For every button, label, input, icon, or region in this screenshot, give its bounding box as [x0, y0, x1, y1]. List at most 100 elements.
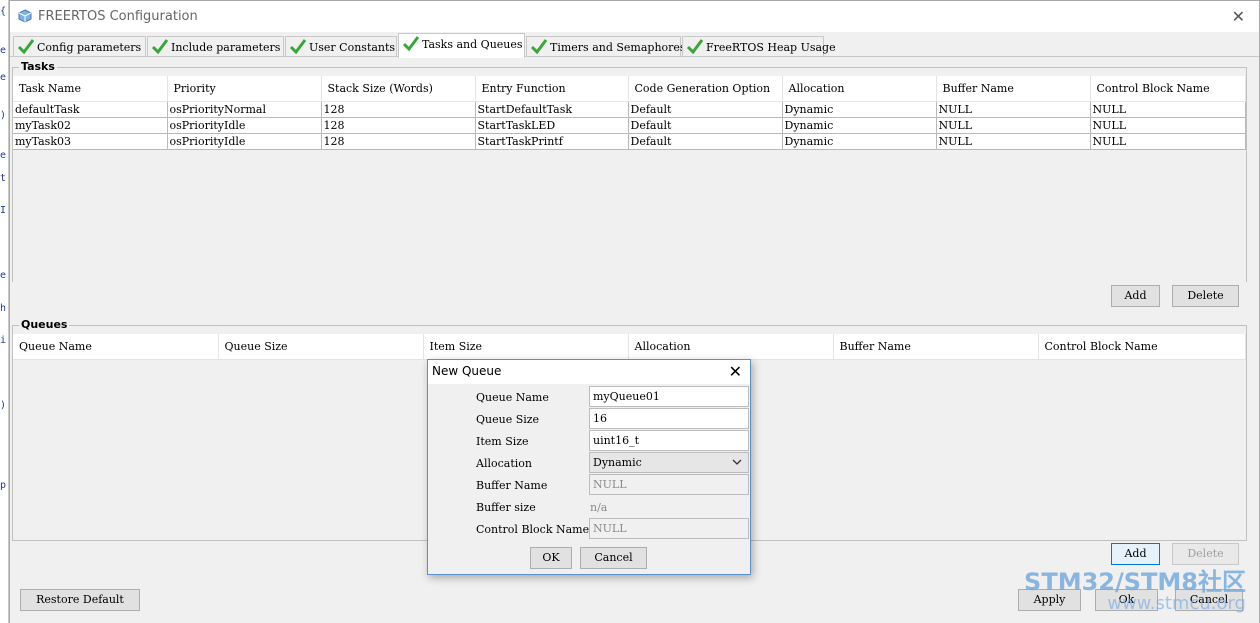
tasks-column-header[interactable]: Task Name — [13, 76, 168, 102]
queue-size-input[interactable]: 16 — [589, 408, 749, 429]
cancel-button[interactable]: Cancel — [1175, 589, 1243, 611]
table-cell[interactable]: Default — [628, 101, 783, 118]
queues-column-header[interactable]: Control Block Name — [1038, 334, 1246, 360]
dialog-close-icon[interactable]: ✕ — [729, 362, 742, 381]
new-queue-dialog: New Queue ✕ Queue Name myQueue01 Queue S… — [427, 359, 751, 575]
editor-glyph: ) — [0, 400, 7, 411]
apply-button[interactable]: Apply — [1018, 589, 1081, 611]
table-cell[interactable]: NULL — [1090, 133, 1246, 150]
table-cell[interactable]: NULL — [1090, 101, 1246, 118]
table-cell[interactable]: defaultTask — [13, 101, 168, 118]
tab-include-parameters[interactable]: Include parameters — [147, 36, 284, 57]
editor-glyph: h — [0, 303, 7, 314]
editor-glyph: p — [0, 480, 7, 491]
buffer-size-value: n/a — [590, 501, 608, 514]
check-icon — [151, 39, 169, 55]
tab-tasks-and-queues[interactable]: Tasks and Queues — [398, 33, 525, 58]
check-icon — [686, 39, 704, 55]
editor-glyph: e — [0, 270, 7, 281]
queues-column-header[interactable]: Item Size — [423, 334, 629, 360]
table-cell[interactable]: Default — [628, 133, 783, 150]
item-size-input[interactable]: uint16_t — [589, 430, 749, 451]
check-icon — [530, 39, 548, 55]
table-cell[interactable]: osPriorityIdle — [167, 133, 322, 150]
table-cell[interactable]: osPriorityIdle — [167, 117, 322, 134]
table-cell[interactable]: 128 — [321, 133, 476, 150]
tasks-column-header[interactable]: Buffer Name — [936, 76, 1091, 102]
tasks-group-label: Tasks — [19, 60, 57, 73]
title-bar: FREERTOS Configuration ✕ — [10, 1, 1259, 32]
control-block-input[interactable]: NULL — [589, 518, 749, 539]
table-cell[interactable]: StartTaskPrintf — [475, 133, 629, 150]
editor-glyph: { — [0, 6, 7, 17]
table-cell[interactable]: 128 — [321, 117, 476, 134]
table-cell[interactable]: Dynamic — [782, 101, 937, 118]
chevron-down-icon — [732, 459, 742, 465]
queues-table: Queue Name Queue Size Item Size Allocation B… — [13, 334, 1246, 360]
table-cell[interactable]: Dynamic — [782, 133, 937, 150]
editor-glyph: I — [0, 205, 7, 216]
tab-timers-and-semaphores[interactable]: Timers and Semaphores — [526, 36, 686, 57]
queues-column-header[interactable]: Allocation — [628, 334, 834, 360]
table-cell[interactable]: 128 — [321, 101, 476, 118]
check-icon — [402, 36, 420, 52]
tasks-table-area: Task Name Priority Stack Size (Words) Entry… — [13, 76, 1246, 282]
window-title: FREERTOS Configuration — [38, 9, 198, 24]
ok-button[interactable]: Ok — [1095, 589, 1158, 611]
table-cell[interactable]: NULL — [936, 133, 1091, 150]
editor-glyph: e — [0, 72, 7, 83]
table-cell[interactable]: StartTaskLED — [475, 117, 629, 134]
queue-name-input[interactable]: myQueue01 — [589, 386, 749, 407]
tasks-group: Tasks Task Name Priority Stack Size (Words… — [12, 60, 1247, 282]
tab-freertos-heap-usage[interactable]: FreeRTOS Heap Usage — [682, 36, 836, 57]
tab-config-parameters[interactable]: Config parameters — [13, 36, 146, 57]
queue-name-label: Queue Name — [476, 391, 549, 404]
table-cell[interactable]: NULL — [936, 117, 1091, 134]
table-row[interactable]: myTask02 osPriorityIdle 128 StartTaskLED Def… — [13, 117, 1246, 134]
tasks-column-header[interactable]: Entry Function — [475, 76, 629, 102]
table-cell[interactable]: StartDefaultTask — [475, 101, 629, 118]
tasks-column-header[interactable]: Control Block Name — [1090, 76, 1246, 102]
editor-glyph: t — [0, 173, 7, 184]
buffer-size-label: Buffer size — [476, 501, 536, 514]
queues-column-header[interactable]: Queue Name — [13, 334, 219, 360]
table-row[interactable]: defaultTask osPriorityNormal 128 StartDefau… — [13, 101, 1246, 118]
table-cell[interactable]: osPriorityNormal — [167, 101, 322, 118]
dialog-ok-button[interactable]: OK — [530, 547, 572, 569]
tasks-column-header[interactable]: Allocation — [782, 76, 937, 102]
table-cell[interactable]: NULL — [1090, 117, 1246, 134]
queues-column-header[interactable]: Buffer Name — [833, 334, 1039, 360]
restore-default-button[interactable]: Restore Default — [20, 589, 140, 611]
buffer-name-input[interactable]: NULL — [589, 474, 749, 495]
dialog-title: New Queue — [432, 364, 502, 378]
allocation-select[interactable]: Dynamic — [589, 452, 749, 473]
tab-user-constants[interactable]: User Constants — [285, 36, 397, 57]
table-cell[interactable]: Dynamic — [782, 117, 937, 134]
table-cell[interactable]: Default — [628, 117, 783, 134]
tasks-column-header[interactable]: Priority — [167, 76, 322, 102]
tasks-column-header[interactable]: Code Generation Option — [628, 76, 783, 102]
tasks-column-header[interactable]: Stack Size (Words) — [321, 76, 476, 102]
item-size-label: Item Size — [476, 435, 529, 448]
queue-size-label: Queue Size — [476, 413, 540, 426]
check-icon — [289, 39, 307, 55]
cube-app-icon — [18, 9, 32, 23]
queues-delete-button[interactable]: Delete — [1172, 543, 1239, 565]
queues-group-label: Queues — [19, 318, 70, 331]
tasks-add-button[interactable]: Add — [1111, 285, 1160, 307]
dialog-title-bar: New Queue ✕ — [428, 360, 750, 384]
close-icon[interactable]: ✕ — [1232, 7, 1245, 26]
table-cell[interactable]: myTask03 — [13, 133, 168, 150]
table-row[interactable]: myTask03 osPriorityIdle 128 StartTaskPrintf… — [13, 133, 1246, 150]
tasks-delete-button[interactable]: Delete — [1172, 285, 1239, 307]
allocation-selected-value: Dynamic — [593, 456, 642, 469]
tasks-table: Task Name Priority Stack Size (Words) Entry… — [13, 76, 1246, 150]
dialog-cancel-button[interactable]: Cancel — [580, 547, 647, 569]
table-cell[interactable]: myTask02 — [13, 117, 168, 134]
queues-add-button[interactable]: Add — [1111, 543, 1160, 565]
editor-glyph: i — [0, 335, 7, 346]
queues-column-header[interactable]: Queue Size — [218, 334, 424, 360]
editor-glyph: e — [0, 150, 7, 161]
table-cell[interactable]: NULL — [936, 101, 1091, 118]
check-icon — [17, 39, 35, 55]
